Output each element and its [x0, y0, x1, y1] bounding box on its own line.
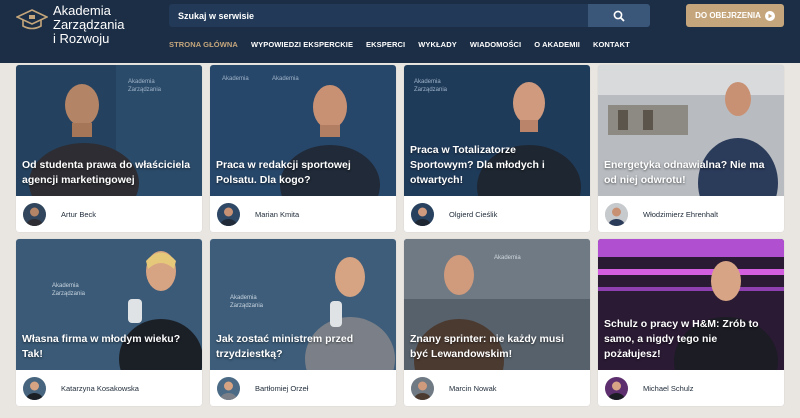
avatar — [217, 376, 240, 400]
search-input[interactable] — [169, 4, 588, 27]
video-thumbnail[interactable]: Schulz o pracy w H&M: Zrób to samo, a ni… — [598, 239, 784, 370]
nav-item-experts[interactable]: EKSPERCI — [366, 40, 405, 49]
video-card[interactable]: Akademia Zarządzania Własna firma w młod… — [16, 239, 202, 406]
video-card[interactable]: Energetyka odnawialna? Nie ma od niej od… — [598, 65, 784, 232]
search-bar — [169, 4, 650, 27]
svg-text:Akademia: Akademia — [128, 79, 155, 85]
avatar — [605, 376, 628, 400]
video-card[interactable]: Akademia Akademia Praca w redakcji sport… — [210, 65, 396, 232]
search-icon — [613, 10, 625, 22]
avatar — [605, 202, 628, 226]
card-author: Bartłomiej Orzeł — [210, 370, 396, 406]
logo-mortarboard-icon — [16, 9, 48, 30]
card-author: Marcin Nowak — [404, 370, 590, 406]
watch-later-button[interactable]: DO OBEJRZENIA — [686, 4, 784, 27]
author-name: Marian Kmita — [255, 209, 300, 219]
card-author: Marian Kmita — [210, 196, 396, 232]
avatar — [411, 376, 434, 400]
nav-item-news[interactable]: WIADOMOŚCI — [470, 40, 521, 49]
video-thumbnail[interactable]: Akademia Zarządzania Od studenta prawa d… — [16, 65, 202, 196]
site-logo[interactable]: Akademia Zarządzania i Rozwoju — [16, 4, 125, 46]
nav-item-home[interactable]: STRONA GŁÓWNA — [169, 40, 238, 49]
svg-text:Zarządzania: Zarządzania — [52, 291, 86, 297]
video-title: Schulz o pracy w H&M: Zrób to samo, a ni… — [604, 318, 759, 360]
video-title: Własna firma w młodym wieku? Tak! — [22, 333, 181, 360]
nav-item-about[interactable]: O AKADEMII — [534, 40, 580, 49]
card-author: Artur Beck — [16, 196, 202, 232]
logo-line-2: Zarządzania — [53, 17, 125, 32]
card-author: Michael Schulz — [598, 370, 784, 406]
svg-text:Zarządzania: Zarządzania — [128, 87, 162, 93]
video-title: Praca w Totalizatorze Sportowym? Dla mło… — [410, 144, 545, 186]
video-thumbnail[interactable]: Akademia Zarządzania Własna firma w młod… — [16, 239, 202, 370]
video-card[interactable]: Akademia Zarządzania Od studenta prawa d… — [16, 65, 202, 232]
author-name: Marcin Nowak — [449, 383, 497, 393]
video-title: Energetyka odnawialna? Nie ma od niej od… — [604, 159, 765, 186]
avatar — [23, 376, 46, 400]
author-name: Olgierd Cieślik — [449, 209, 498, 219]
nav-item-lectures[interactable]: WYKŁADY — [418, 40, 457, 49]
card-author: Katarzyna Kosakowska — [16, 370, 202, 406]
author-name: Michael Schulz — [643, 383, 694, 393]
logo-line-3: i Rozwoju — [53, 31, 110, 46]
video-card[interactable]: Schulz o pracy w H&M: Zrób to samo, a ni… — [598, 239, 784, 406]
search-button[interactable] — [588, 4, 650, 27]
video-title: Znany sprinter: nie każdy musi być Lewan… — [410, 333, 565, 360]
video-thumbnail[interactable]: Akademia Zarządzania Praca w Totalizator… — [404, 65, 590, 196]
author-name: Artur Beck — [61, 209, 97, 219]
nav-item-expert-statements[interactable]: WYPOWIEDZI EKSPERCKIE — [251, 40, 353, 49]
watch-later-label: DO OBEJRZENIA — [695, 11, 761, 20]
avatar — [217, 202, 240, 226]
logo-line-1: Akademia — [53, 3, 111, 18]
svg-text:Zarządzania: Zarządzania — [414, 87, 448, 93]
author-name: Katarzyna Kosakowska — [61, 383, 139, 393]
main-nav: STRONA GŁÓWNA WYPOWIEDZI EKSPERCKIE EKSP… — [169, 40, 630, 49]
svg-text:Akademia: Akademia — [494, 255, 521, 261]
author-name: Bartłomiej Orzeł — [255, 383, 309, 393]
nav-item-contact[interactable]: KONTAKT — [593, 40, 630, 49]
video-card[interactable]: Akademia Zarządzania Praca w Totalizator… — [404, 65, 590, 232]
svg-text:Akademia: Akademia — [222, 76, 249, 82]
video-thumbnail[interactable]: Akademia Zarządzania Jak zostać ministre… — [210, 239, 396, 370]
svg-text:Akademia: Akademia — [414, 79, 441, 85]
card-author: Olgierd Cieślik — [404, 196, 590, 232]
site-header: Akademia Zarządzania i Rozwoju DO OBEJRZ… — [0, 0, 800, 63]
avatar — [411, 202, 434, 226]
svg-text:Akademia: Akademia — [230, 295, 257, 301]
logo-text: Akademia Zarządzania i Rozwoju — [53, 4, 125, 46]
svg-text:Akademia: Akademia — [272, 76, 299, 82]
svg-text:Akademia: Akademia — [52, 283, 79, 289]
author-name: Włodzimierz Ehrenhalt — [643, 209, 719, 219]
avatar — [23, 202, 46, 226]
video-card[interactable]: Akademia Znany sprinter: nie każdy musi … — [404, 239, 590, 406]
video-thumbnail[interactable]: Akademia Znany sprinter: nie każdy musi … — [404, 239, 590, 370]
play-icon — [764, 10, 775, 21]
svg-text:Zarządzania: Zarządzania — [230, 303, 264, 309]
video-title: Praca w redakcji sportowej Polsatu. Dla … — [216, 159, 351, 186]
card-author: Włodzimierz Ehrenhalt — [598, 196, 784, 232]
video-thumbnail[interactable]: Energetyka odnawialna? Nie ma od niej od… — [598, 65, 784, 196]
video-title: Od studenta prawa do właściciela agencji… — [22, 159, 191, 186]
video-thumbnail[interactable]: Akademia Akademia Praca w redakcji sport… — [210, 65, 396, 196]
video-card[interactable]: Akademia Zarządzania Jak zostać ministre… — [210, 239, 396, 406]
video-title: Jak zostać ministrem przed trzydziestką? — [216, 333, 354, 360]
